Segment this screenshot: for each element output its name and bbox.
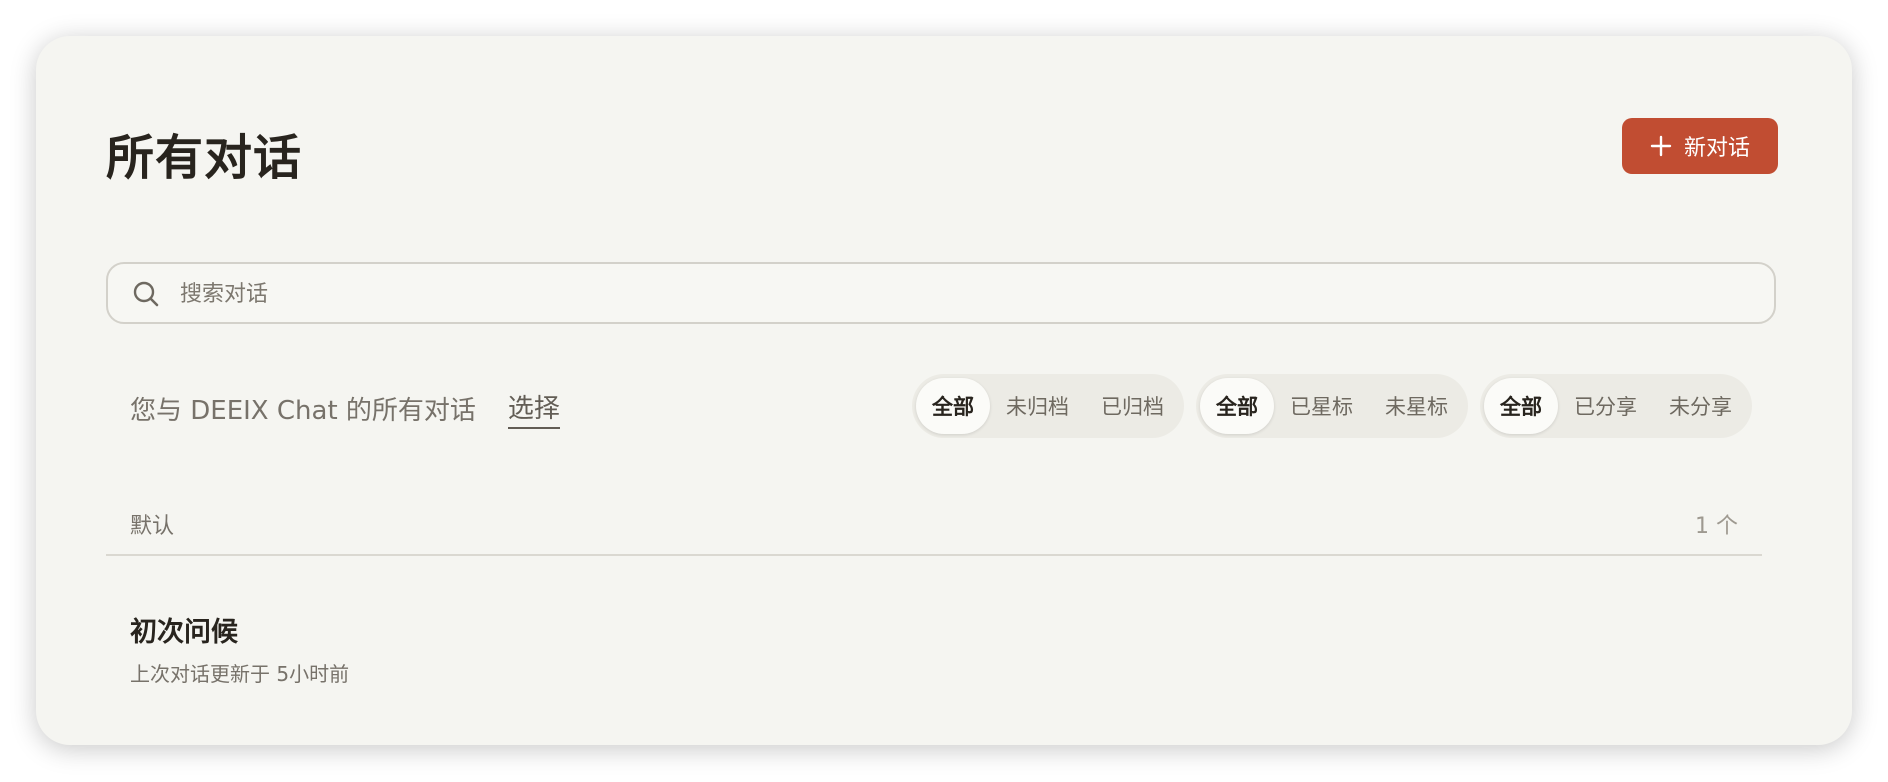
conversation-item[interactable]: 初次问候 上次对话更新于 5小时前: [106, 576, 1762, 686]
archive-filter-group: 全部 未归档 已归档: [912, 374, 1184, 438]
share-filter-all[interactable]: 全部: [1484, 378, 1558, 434]
share-filter-unshared[interactable]: 未分享: [1653, 378, 1748, 434]
search-icon: [132, 280, 160, 312]
star-filter-all[interactable]: 全部: [1200, 378, 1274, 434]
conversation-title: 初次问候: [130, 617, 238, 648]
plus-icon: [1650, 135, 1672, 157]
new-chat-label: 新对话: [1683, 136, 1750, 161]
group-name: 默认: [130, 514, 175, 539]
search-box[interactable]: [106, 262, 1776, 324]
archive-filter-archived[interactable]: 已归档: [1085, 378, 1180, 434]
list-subtitle-row: 您与 DEEIX Chat 的所有对话 选择: [130, 388, 560, 429]
select-link[interactable]: 选择: [507, 388, 560, 429]
conversation-updated-time: 上次对话更新于 5小时前: [130, 662, 350, 686]
star-filter-group: 全部 已星标 未星标: [1196, 374, 1468, 438]
page-title: 所有对话: [106, 130, 303, 186]
search-input[interactable]: [178, 264, 1742, 324]
archive-filter-all[interactable]: 全部: [916, 378, 990, 434]
group-header: 默认 1 个: [106, 504, 1762, 556]
star-filter-starred[interactable]: 已星标: [1274, 378, 1369, 434]
new-chat-button[interactable]: 新对话: [1622, 118, 1778, 174]
list-description: 您与 DEEIX Chat 的所有对话: [130, 396, 476, 426]
conversations-panel: 所有对话 新对话 您与 DEEIX Chat 的所有对话 选择 全部 未归档 已…: [36, 36, 1852, 745]
share-filter-shared[interactable]: 已分享: [1558, 378, 1653, 434]
share-filter-group: 全部 已分享 未分享: [1480, 374, 1752, 438]
group-count: 1 个: [1695, 514, 1738, 539]
filter-bar: 全部 未归档 已归档 全部 已星标 未星标 全部 已分享 未分享: [912, 374, 1752, 438]
archive-filter-unarchived[interactable]: 未归档: [990, 378, 1085, 434]
star-filter-unstarred[interactable]: 未星标: [1369, 378, 1464, 434]
